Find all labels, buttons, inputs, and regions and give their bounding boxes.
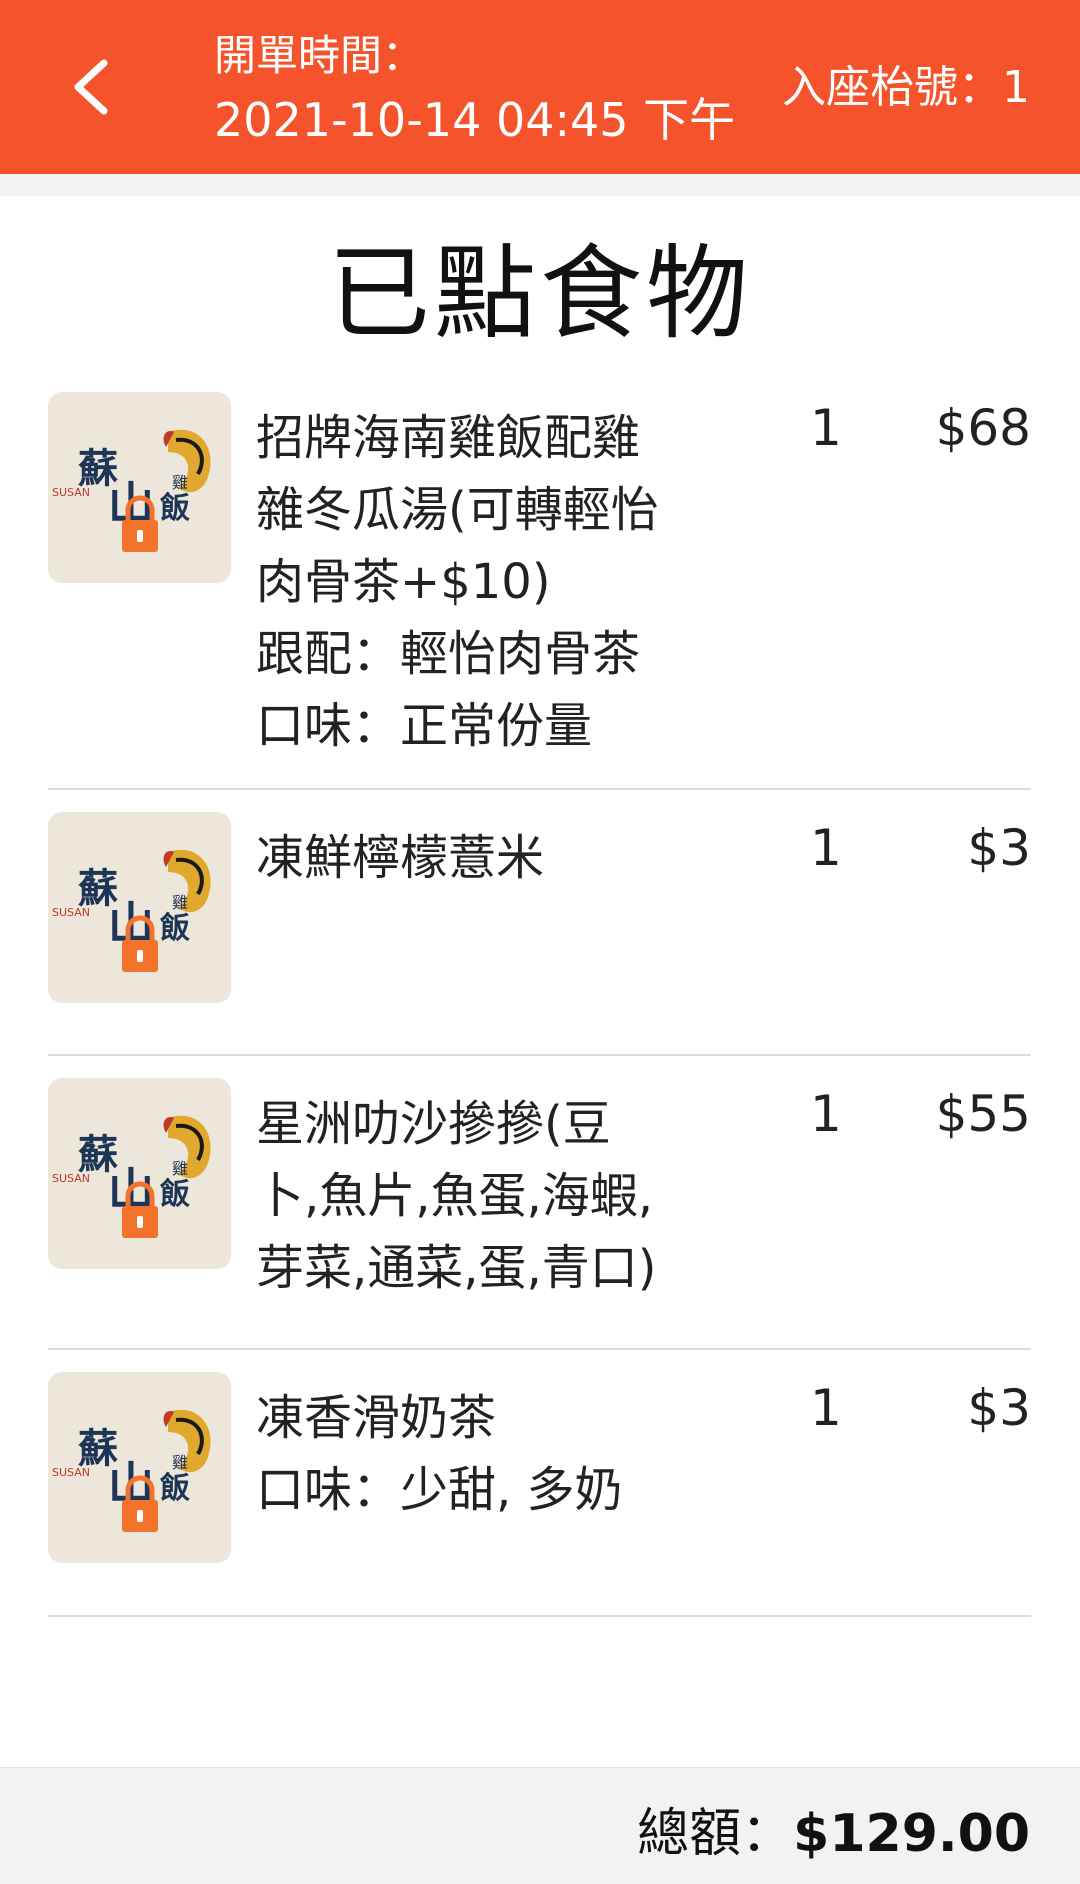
chevron-left-icon [74,59,108,115]
svg-text:飯: 飯 [160,491,190,526]
item-price: $55 [935,1085,1031,1143]
order-item: 蘇山飯雞 SUSAN 招牌海南雞飯配雞 雜冬瓜湯(可轉輕怡 肉骨茶+$10) 跟配：輕怡肉… [48,392,1031,790]
item-thumbnail: 蘇山飯雞 SUSAN [48,812,231,1003]
order-item: 蘇山飯雞 SUSAN 凍鮮檸檬薏米 1 $3 [48,812,1031,1056]
item-price: $3 [967,819,1031,877]
svg-text:SUSAN: SUSAN [52,1466,90,1479]
svg-text:飯: 飯 [160,1471,190,1506]
item-name-line: 招牌海南雞飯配雞 [256,410,641,466]
order-item: 蘇山飯雞 SUSAN 凍香滑奶茶 口味：少甜, 多奶 1 $3 [48,1372,1031,1617]
svg-text:雞: 雞 [172,1159,188,1178]
item-name-line: 芽菜,通菜,蛋,青口) [256,1240,657,1296]
table-number: 入座枱號：1 [782,62,1030,113]
item-details: 招牌海南雞飯配雞 雜冬瓜湯(可轉輕怡 肉骨茶+$10) 跟配：輕怡肉骨茶 口味：正常份量 [256,402,736,762]
item-name-line: 肉骨茶+$10) [256,554,551,610]
item-details: 星洲叻沙摻摻(豆 卜,魚片,魚蛋,海蝦, 芽菜,通菜,蛋,青口) [256,1088,736,1304]
svg-text:雞: 雞 [172,1453,188,1472]
top-bar: 開單時間： 2021-10-14 04:45 下午 入座枱號：1 [0,0,1080,174]
item-price: $3 [967,1379,1031,1437]
item-quantity: 1 [810,1085,842,1143]
item-option: 口味：少甜, 多奶 [256,1462,623,1518]
item-name-line: 雜冬瓜湯(可轉輕怡 [256,482,659,538]
item-thumbnail: 蘇山飯雞 SUSAN [48,1078,231,1269]
svg-text:飯: 飯 [160,1177,190,1212]
item-name-line: 凍鮮檸檬薏米 [256,830,545,886]
order-list: 蘇山飯雞 SUSAN 招牌海南雞飯配雞 雜冬瓜湯(可轉輕怡 肉骨茶+$10) 跟配：輕怡肉… [48,392,1031,1617]
footer-bar: 總額：$129.00 [0,1767,1080,1884]
total-label: 總額： [637,1804,794,1864]
item-option: 跟配：輕怡肉骨茶 [256,626,641,682]
page-title: 已點食物 [328,235,752,354]
order-item: 蘇山飯雞 SUSAN 星洲叻沙摻摻(豆 卜,魚片,魚蛋,海蝦, 芽菜,通菜,蛋,青口) 1… [48,1078,1031,1350]
svg-text:飯: 飯 [160,911,190,946]
svg-text:雞: 雞 [172,893,188,912]
item-thumbnail: 蘇山飯雞 SUSAN [48,392,231,583]
back-button[interactable] [50,42,130,132]
open-time: 開單時間： 2021-10-14 04:45 下午 [214,30,735,150]
item-details: 凍香滑奶茶口味：少甜, 多奶 [256,1382,736,1526]
item-option: 口味：正常份量 [256,698,593,754]
open-time-value: 2021-10-14 04:45 下午 [214,93,736,147]
item-name-line: 卜,魚片,魚蛋,海蝦, [256,1168,654,1224]
total: 總額：$129.00 [637,1802,1030,1866]
item-quantity: 1 [810,399,842,457]
item-price: $68 [935,399,1031,457]
item-thumbnail: 蘇山飯雞 SUSAN [48,1372,231,1563]
total-amount: $129.00 [793,1804,1030,1864]
svg-text:雞: 雞 [172,473,188,492]
open-time-label: 開單時間： [214,31,425,80]
item-quantity: 1 [810,819,842,877]
svg-text:SUSAN: SUSAN [52,906,90,919]
item-name-line: 凍香滑奶茶 [256,1390,497,1446]
item-details: 凍鮮檸檬薏米 [256,822,736,894]
item-name-line: 星洲叻沙摻摻(豆 [256,1096,611,1152]
svg-text:SUSAN: SUSAN [52,486,90,499]
item-quantity: 1 [810,1379,842,1437]
svg-text:SUSAN: SUSAN [52,1172,90,1185]
header-divider [0,174,1080,196]
